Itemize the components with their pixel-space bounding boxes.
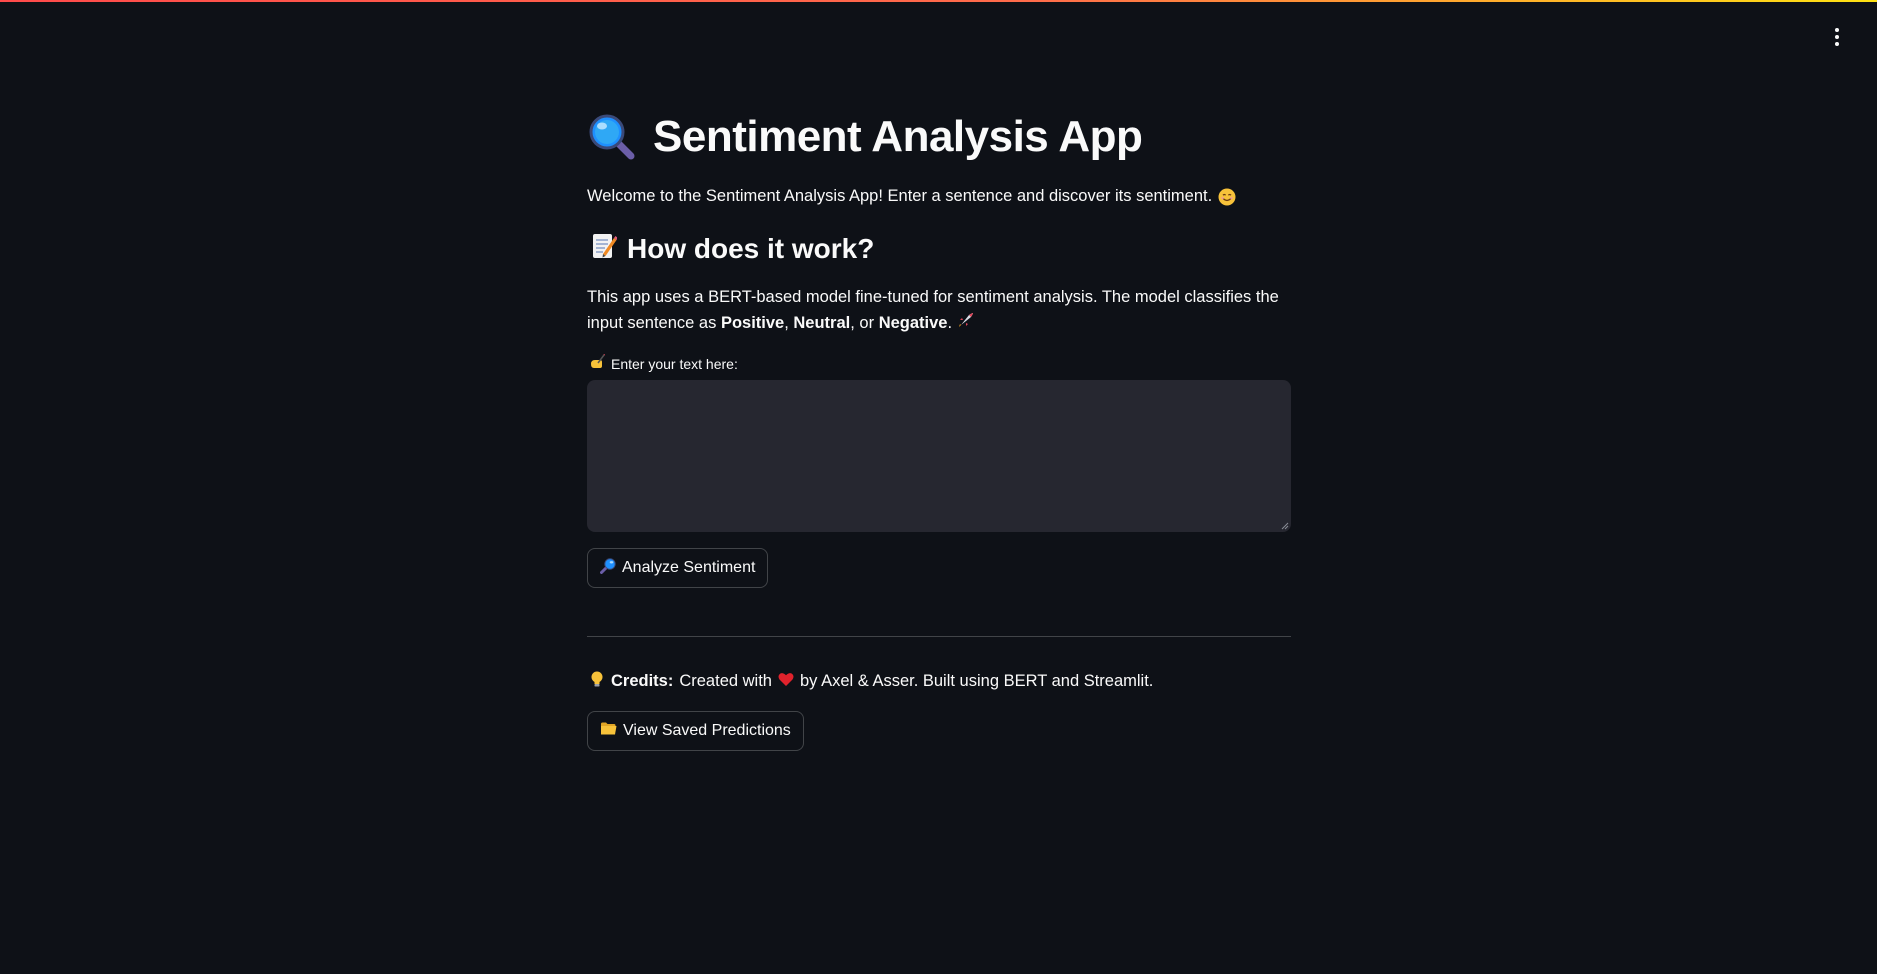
magnifying-glass-tilted-icon (600, 557, 616, 579)
rocket-icon (957, 311, 975, 337)
kebab-menu-icon (1835, 28, 1839, 32)
heart-icon (778, 672, 794, 692)
sentiment-text-input[interactable] (587, 380, 1291, 532)
saved-button-label: View Saved Predictions (623, 722, 791, 739)
input-label: Enter your text here: (589, 353, 738, 373)
separator-text: , (784, 314, 794, 332)
page-title: Sentiment Analysis App (653, 112, 1143, 161)
writing-hand-icon (589, 353, 606, 373)
view-saved-predictions-button[interactable]: View Saved Predictions (587, 711, 804, 751)
credits-label: Credits: (611, 672, 674, 690)
positive-label: Positive (720, 314, 785, 332)
kebab-menu-dot (1835, 42, 1839, 46)
main-menu-button[interactable] (1827, 26, 1847, 48)
folder-icon (600, 721, 617, 741)
text-input-container (587, 380, 1291, 532)
section-heading: How does it work? (627, 232, 875, 264)
light-bulb-icon (589, 670, 605, 693)
description-end: . (947, 314, 953, 332)
how-it-works-header: How does it work? (591, 232, 874, 265)
page-header: Sentiment Analysis App (587, 112, 1143, 162)
credits-line: Credits: Created with by Axel & Asser. B… (589, 670, 1153, 693)
smiling-face-icon (1218, 188, 1236, 206)
welcome-text: Welcome to the Sentiment Analysis App! E… (587, 187, 1236, 206)
top-decoration-bar (0, 0, 1877, 2)
separator-text: , or (850, 314, 879, 332)
neutral-label: Neutral (793, 314, 851, 332)
welcome-message: Welcome to the Sentiment Analysis App! E… (587, 187, 1213, 205)
resize-handle-icon[interactable] (1281, 522, 1289, 530)
kebab-menu-dot (1835, 35, 1839, 39)
magnifying-glass-icon (587, 112, 637, 162)
input-label-text: Enter your text here: (611, 355, 738, 372)
credits-text-after: by Axel & Asser. Built using BERT and St… (799, 672, 1154, 690)
memo-icon (591, 232, 618, 265)
divider (587, 636, 1291, 637)
credits-text-before: Created with (679, 672, 772, 690)
analyze-sentiment-button[interactable]: Analyze Sentiment (587, 548, 769, 588)
negative-label: Negative (878, 314, 948, 332)
description-paragraph: This app uses a BERT-based model fine-tu… (587, 284, 1291, 337)
analyze-button-label: Analyze Sentiment (622, 559, 756, 576)
